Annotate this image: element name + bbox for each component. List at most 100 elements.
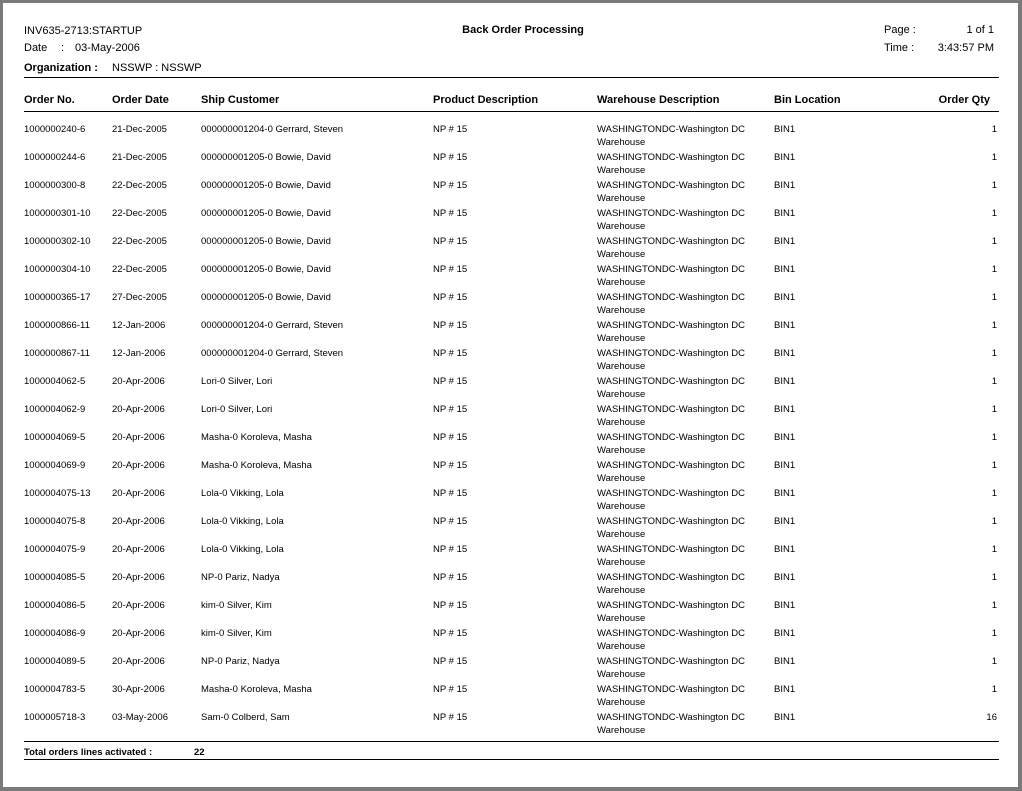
- order-number-cell: 1000004075-13: [24, 488, 91, 499]
- time-label: Time :: [884, 42, 915, 54]
- organization-label: Organization :: [24, 62, 98, 74]
- table-row: 1000000304-10 22-Dec-2005 000000001205-0 B…: [3, 264, 1022, 292]
- ship-customer-cell: Lori-0 Silver, Lori: [201, 376, 273, 387]
- order-qty-cell: 1: [991, 544, 997, 555]
- order-qty-cell: 1: [991, 124, 997, 135]
- column-header-warehouse: Warehouse Description: [597, 94, 720, 106]
- table-row: 1000000300-8 22-Dec-2005 000000001205-0 Bo…: [3, 180, 1022, 208]
- total-lines-label: Total orders lines activated :: [24, 747, 153, 758]
- bin-location-cell: BIN1: [774, 264, 796, 275]
- order-qty-cell: 1: [991, 152, 997, 163]
- warehouse-description-cell: WASHINGTONDC-Washington DC Warehouse: [597, 600, 745, 624]
- warehouse-description-cell: WASHINGTONDC-Washington DC Warehouse: [597, 488, 745, 512]
- warehouse-description-cell: WASHINGTONDC-Washington DC Warehouse: [597, 236, 745, 260]
- product-description-cell: NP # 15: [433, 236, 468, 247]
- warehouse-description-cell: WASHINGTONDC-Washington DC Warehouse: [597, 152, 745, 176]
- bin-location-cell: BIN1: [774, 656, 796, 667]
- order-number-cell: 1000000240-6: [24, 124, 86, 135]
- order-date-cell: 12-Jan-2006: [112, 320, 166, 331]
- bin-location-cell: BIN1: [774, 572, 796, 583]
- table-row: 1000004062-9 20-Apr-2006 Lori-0 Silver, Lo…: [3, 404, 1022, 432]
- order-number-cell: 1000004086-5: [24, 600, 86, 611]
- order-date-cell: 03-May-2006: [112, 712, 168, 723]
- warehouse-description-cell: WASHINGTONDC-Washington DC Warehouse: [597, 348, 745, 372]
- warehouse-description-cell: WASHINGTONDC-Washington DC Warehouse: [597, 684, 745, 708]
- ship-customer-cell: 000000001205-0 Bowie, David: [201, 236, 331, 247]
- warehouse-description-cell: WASHINGTONDC-Washington DC Warehouse: [597, 544, 745, 568]
- bin-location-cell: BIN1: [774, 460, 796, 471]
- order-date-cell: 20-Apr-2006: [112, 404, 165, 415]
- warehouse-description-cell: WASHINGTONDC-Washington DC Warehouse: [597, 712, 745, 736]
- table-row: 1000000244-6 21-Dec-2005 000000001205-0 Bo…: [3, 152, 1022, 180]
- order-number-cell: 1000004069-9: [24, 460, 86, 471]
- order-qty-cell: 1: [991, 376, 997, 387]
- order-date-cell: 20-Apr-2006: [112, 432, 165, 443]
- order-date-cell: 22-Dec-2005: [112, 208, 167, 219]
- date-separator: :: [61, 42, 65, 54]
- report-title: Back Order Processing: [462, 24, 584, 36]
- order-date-cell: 20-Apr-2006: [112, 376, 165, 387]
- order-number-cell: 1000000300-8: [24, 180, 86, 191]
- product-description-cell: NP # 15: [433, 460, 468, 471]
- table-row: 1000004086-5 20-Apr-2006 kim-0 Silver, Kim…: [3, 600, 1022, 628]
- order-number-cell: 1000004085-5: [24, 572, 86, 583]
- product-description-cell: NP # 15: [433, 656, 468, 667]
- table-row: 1000004075-9 20-Apr-2006 Lola-0 Vikking, L…: [3, 544, 1022, 572]
- order-qty-cell: 1: [991, 264, 997, 275]
- product-description-cell: NP # 15: [433, 208, 468, 219]
- order-number-cell: 1000004062-5: [24, 376, 86, 387]
- ship-customer-cell: 000000001204-0 Gerrard, Steven: [201, 348, 344, 359]
- ship-customer-cell: kim-0 Silver, Kim: [201, 600, 272, 611]
- ship-customer-cell: Masha-0 Koroleva, Masha: [201, 460, 312, 471]
- order-qty-cell: 1: [991, 600, 997, 611]
- table-row: 1000004085-5 20-Apr-2006 NP-0 Pariz, Nadya…: [3, 572, 1022, 600]
- product-description-cell: NP # 15: [433, 152, 468, 163]
- order-qty-cell: 1: [991, 404, 997, 415]
- ship-customer-cell: Lola-0 Vikking, Lola: [201, 544, 284, 555]
- bin-location-cell: BIN1: [774, 544, 796, 555]
- order-qty-cell: 1: [991, 348, 997, 359]
- table-row: 1000004086-9 20-Apr-2006 kim-0 Silver, Kim…: [3, 628, 1022, 656]
- order-date-cell: 20-Apr-2006: [112, 656, 165, 667]
- warehouse-description-cell: WASHINGTONDC-Washington DC Warehouse: [597, 656, 745, 680]
- order-qty-cell: 1: [991, 208, 997, 219]
- column-header-ship-customer: Ship Customer: [201, 94, 280, 106]
- footer-bottom-divider: [24, 759, 999, 760]
- ship-customer-cell: 000000001205-0 Bowie, David: [201, 208, 331, 219]
- product-description-cell: NP # 15: [433, 348, 468, 359]
- product-description-cell: NP # 15: [433, 292, 468, 303]
- ship-customer-cell: 000000001205-0 Bowie, David: [201, 180, 331, 191]
- ship-customer-cell: Masha-0 Koroleva, Masha: [201, 684, 312, 695]
- footer-top-divider: [24, 741, 999, 742]
- order-date-cell: 22-Dec-2005: [112, 180, 167, 191]
- order-qty-cell: 1: [991, 628, 997, 639]
- order-date-cell: 21-Dec-2005: [112, 152, 167, 163]
- warehouse-description-cell: WASHINGTONDC-Washington DC Warehouse: [597, 180, 745, 204]
- table-row: 1000000866-11 12-Jan-2006 000000001204-0 G…: [3, 320, 1022, 348]
- warehouse-description-cell: WASHINGTONDC-Washington DC Warehouse: [597, 404, 745, 428]
- column-header-divider: [24, 111, 999, 112]
- order-number-cell: 1000000244-6: [24, 152, 86, 163]
- table-row: 1000004062-5 20-Apr-2006 Lori-0 Silver, Lo…: [3, 376, 1022, 404]
- order-date-cell: 20-Apr-2006: [112, 600, 165, 611]
- order-qty-cell: 1: [991, 292, 997, 303]
- bin-location-cell: BIN1: [774, 348, 796, 359]
- table-row: 1000000240-6 21-Dec-2005 000000001204-0 Ge…: [3, 124, 1022, 152]
- order-date-cell: 20-Apr-2006: [112, 488, 165, 499]
- warehouse-description-cell: WASHINGTONDC-Washington DC Warehouse: [597, 264, 745, 288]
- product-description-cell: NP # 15: [433, 684, 468, 695]
- ship-customer-cell: Masha-0 Koroleva, Masha: [201, 432, 312, 443]
- header-divider: [24, 77, 999, 78]
- warehouse-description-cell: WASHINGTONDC-Washington DC Warehouse: [597, 208, 745, 232]
- table-row: 1000000867-11 12-Jan-2006 000000001204-0 G…: [3, 348, 1022, 376]
- product-description-cell: NP # 15: [433, 180, 468, 191]
- ship-customer-cell: Sam-0 Colberd, Sam: [201, 712, 290, 723]
- product-description-cell: NP # 15: [433, 600, 468, 611]
- product-description-cell: NP # 15: [433, 264, 468, 275]
- bin-location-cell: BIN1: [774, 712, 796, 723]
- order-date-cell: 27-Dec-2005: [112, 292, 167, 303]
- order-qty-cell: 1: [991, 236, 997, 247]
- bin-location-cell: BIN1: [774, 600, 796, 611]
- column-header-order-no: Order No.: [24, 94, 75, 106]
- order-date-cell: 21-Dec-2005: [112, 124, 167, 135]
